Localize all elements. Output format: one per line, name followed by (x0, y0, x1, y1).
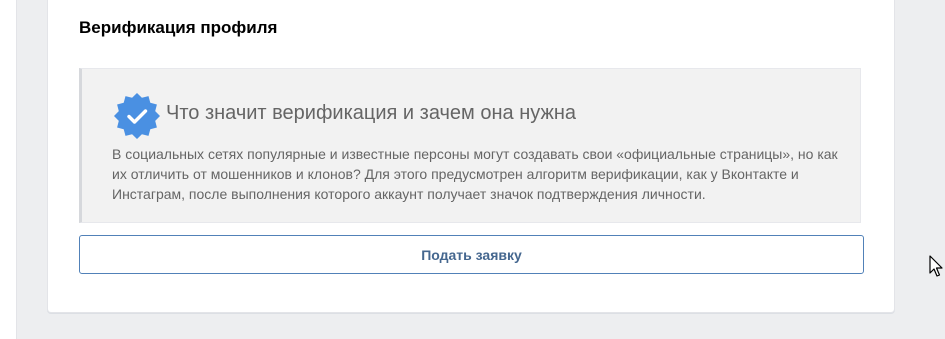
page: Верификация профиля Что значит верификац… (0, 0, 945, 339)
verification-card: Верификация профиля Что значит верификац… (47, 0, 895, 313)
info-box: Что значит верификация и зачем она нужна… (79, 68, 861, 223)
verified-badge-icon (114, 93, 160, 139)
info-heading: Что значит верификация и зачем она нужна (166, 102, 577, 124)
submit-application-button[interactable]: Подать заявку (79, 235, 864, 274)
badge-shape (114, 93, 160, 139)
mouse-cursor-icon (929, 255, 943, 277)
info-description: В социальных сетях популярные и известны… (112, 146, 838, 202)
left-panel-edge (0, 0, 17, 339)
section-title: Верификация профиля (79, 18, 278, 37)
